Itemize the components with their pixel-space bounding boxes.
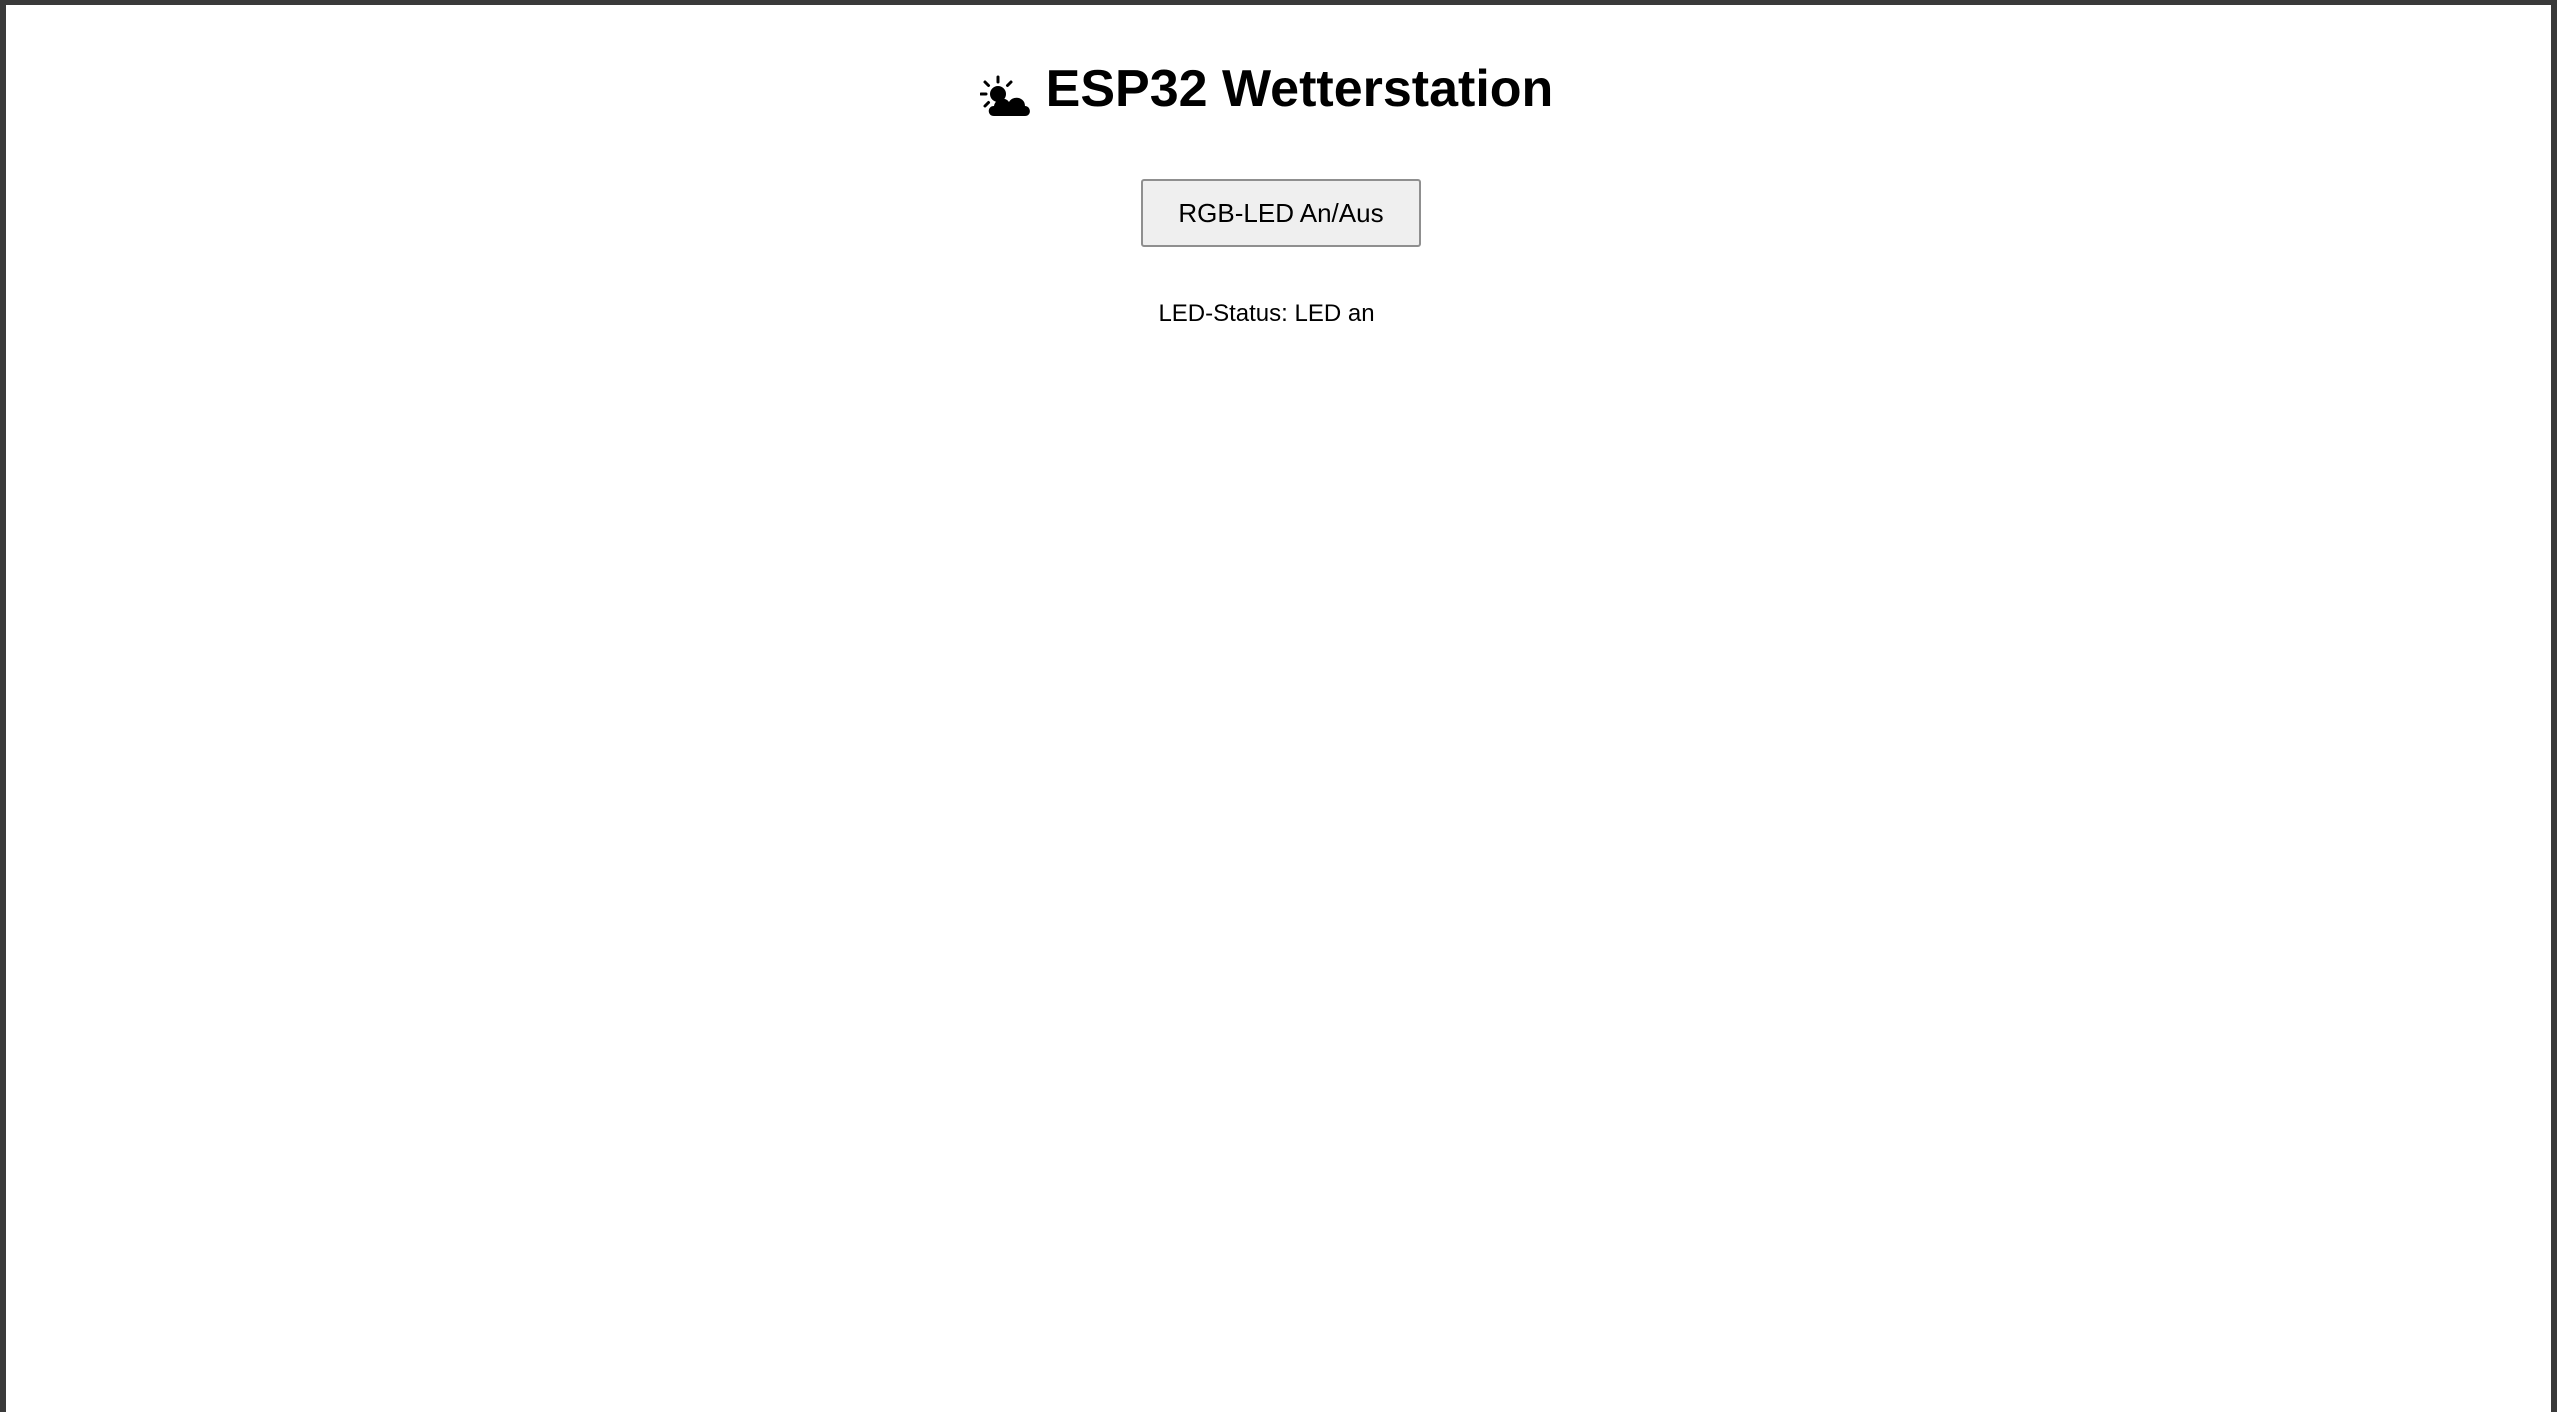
- page-title: ESP32 Wetterstation: [0, 51, 2539, 127]
- led-status-label: LED-Status:: [1158, 300, 1288, 327]
- rgb-led-toggle-button[interactable]: RGB-LED An/Aus: [1141, 179, 1421, 247]
- sun-behind-cloud-icon: [979, 66, 1032, 116]
- browser-viewport: ESP32 Wetterstation RGB-LED An/Aus LED-S…: [6, 5, 2551, 1412]
- led-status: LED-Status: LED an: [0, 297, 2539, 331]
- title-text: ESP32 Wetterstation: [1045, 60, 1554, 118]
- led-status-value: LED an: [1294, 300, 1375, 327]
